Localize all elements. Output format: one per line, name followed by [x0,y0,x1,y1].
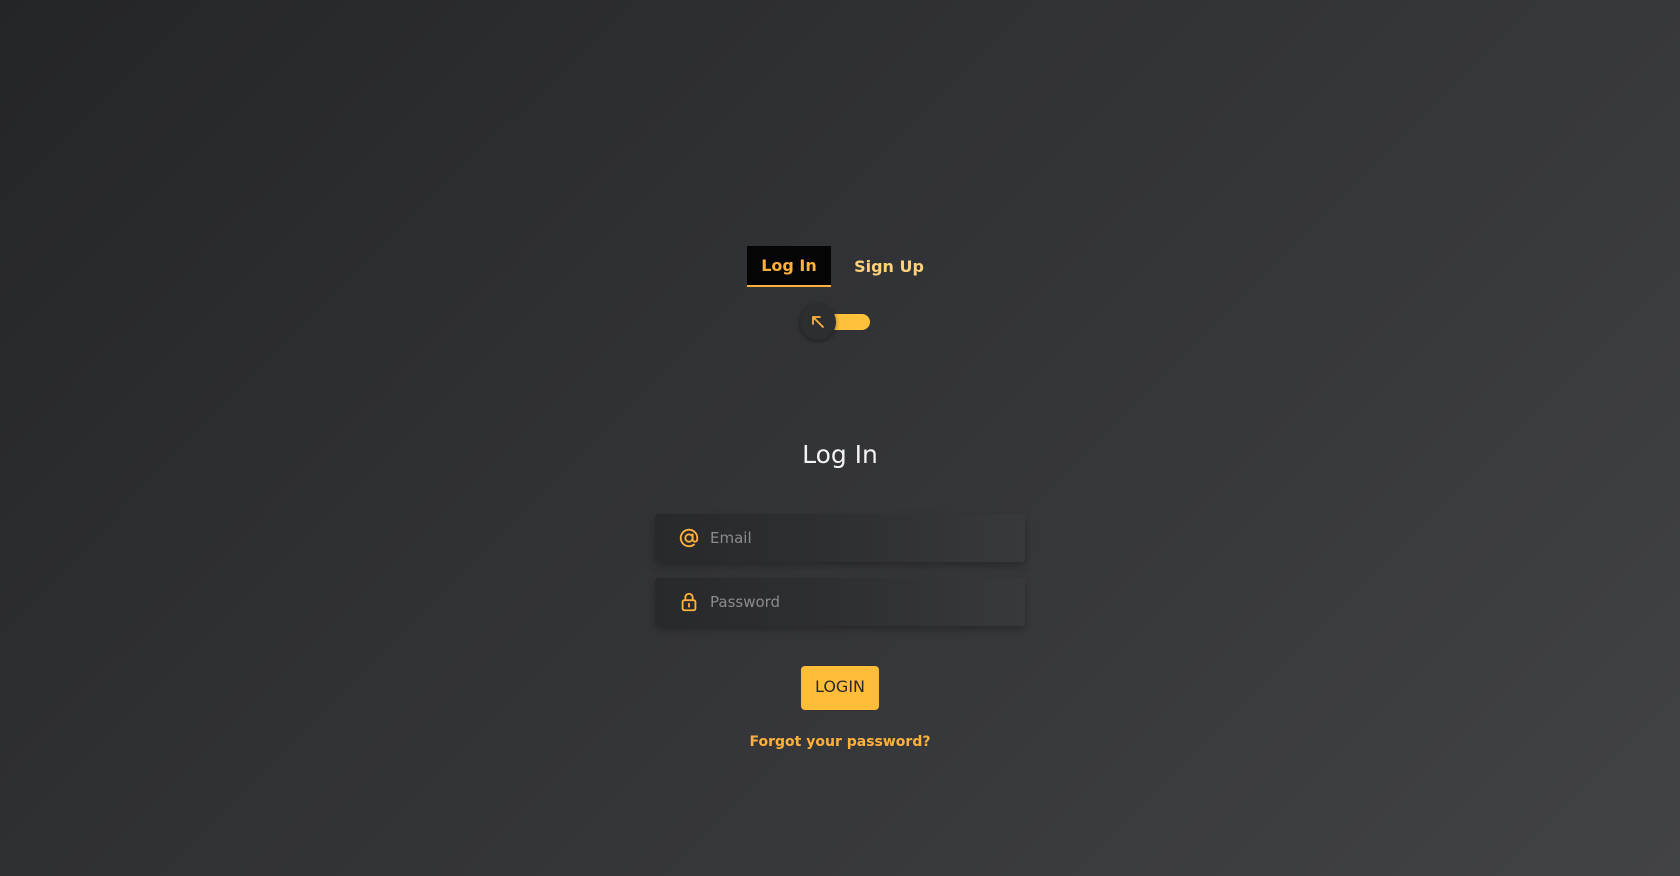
forgot-password-link[interactable]: Forgot your password? [0,734,1680,750]
mode-toggle-switch[interactable] [800,304,870,340]
tab-login[interactable]: Log In [747,246,831,287]
form-title: Log In [802,440,878,469]
arrow-up-left-icon [812,316,824,328]
tab-signup[interactable]: Sign Up [831,246,941,287]
at-sign-icon [678,527,700,549]
password-input[interactable] [710,578,1010,626]
email-input[interactable] [710,514,1010,562]
email-field-container [655,514,1025,562]
auth-tabs: Log In Sign Up [747,246,941,287]
lock-icon [678,591,700,613]
password-field-container [655,578,1025,626]
login-button[interactable]: LOGIN [801,666,879,710]
toggle-knob[interactable] [800,304,836,340]
